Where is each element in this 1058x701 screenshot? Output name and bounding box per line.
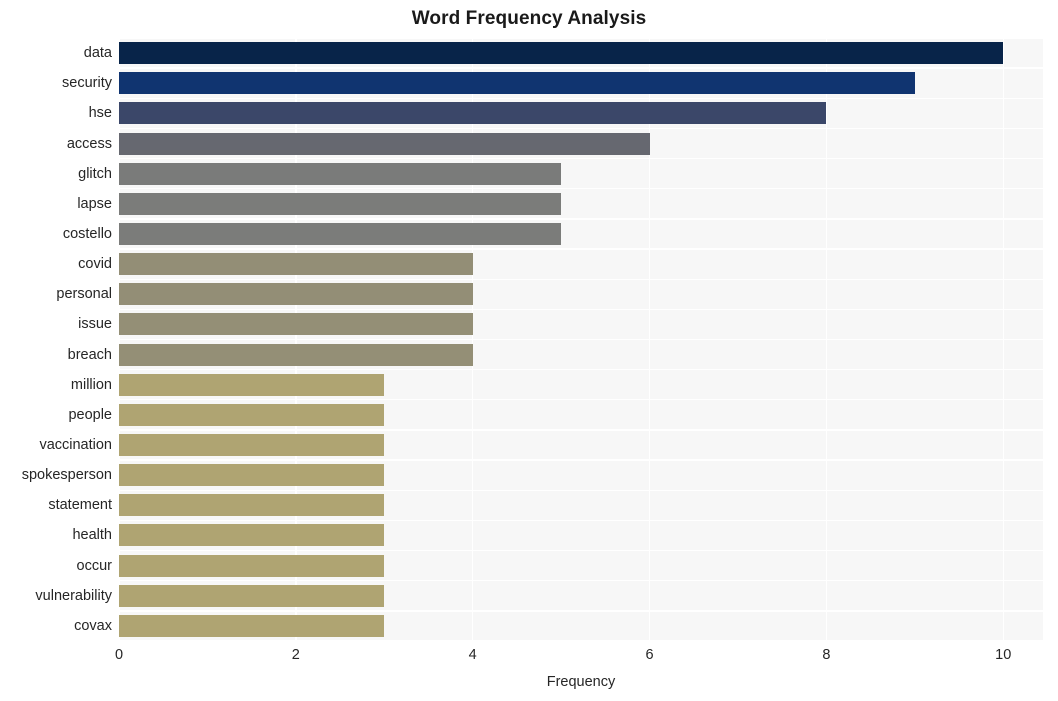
y-axis-tick-label: access (66, 135, 112, 152)
y-axis-tick-label: lapse (77, 195, 112, 212)
x-axis-tick-labels: 0 2 4 6 8 10 (115, 647, 1043, 667)
y-axis-tick-label: covid (78, 256, 112, 273)
y-axis-tick-label: occur (76, 557, 112, 574)
y-axis-tick-label: vaccination (39, 437, 112, 454)
x-axis-tick-label: 8 (822, 647, 831, 663)
y-axis-tick-label: people (68, 406, 112, 423)
bar (119, 72, 915, 95)
bar (119, 102, 827, 125)
y-axis-tick-label: personal (56, 286, 112, 303)
y-axis-tick-label: covax (74, 617, 112, 634)
x-axis-title: Frequency (546, 674, 616, 690)
bar (119, 434, 385, 457)
y-axis-tick-label: statement (48, 497, 112, 514)
bar (119, 283, 473, 306)
y-axis-tick-label: hse (88, 105, 112, 122)
bar (119, 614, 385, 637)
y-axis-tick-label: breach (67, 346, 112, 363)
plot-area (119, 38, 1043, 641)
y-axis-tick-label: vulnerability (35, 587, 112, 604)
bar (119, 162, 562, 185)
bar (119, 584, 385, 607)
y-axis-tick-label: data (83, 45, 112, 62)
bar (119, 524, 385, 547)
bar (119, 192, 562, 215)
bar (119, 494, 385, 517)
x-axis-tick-label: 6 (645, 647, 654, 663)
y-axis-tick-label: glitch (78, 165, 112, 182)
bar (119, 464, 385, 487)
word-frequency-chart-figure: Word Frequency Analysis data security hse a… (0, 0, 1058, 701)
y-axis-tick-label: issue (78, 316, 112, 333)
bar (119, 554, 385, 577)
bar (119, 373, 385, 396)
bar (119, 313, 473, 336)
x-axis-tick-label: 0 (114, 647, 124, 663)
bar (119, 403, 385, 426)
bars-layer (119, 38, 1043, 641)
y-axis-tick-label: security (62, 75, 112, 92)
y-axis-tick-label: spokesperson (21, 467, 112, 484)
bar (119, 222, 562, 245)
chart-title: Word Frequency Analysis (411, 8, 647, 29)
bar (119, 42, 1004, 65)
bar (119, 132, 650, 155)
x-axis-tick-label: 10 (995, 647, 1012, 663)
bar (119, 253, 473, 276)
x-axis-tick-label: 4 (468, 647, 477, 663)
x-axis-tick-label: 2 (291, 647, 300, 663)
y-axis-tick-label: costello (62, 225, 112, 242)
bar (119, 343, 473, 366)
y-axis-tick-label: health (72, 527, 112, 544)
y-axis-tick-label: million (70, 376, 112, 393)
y-axis-tick-labels: data security hse access glitch lapse costello… (0, 38, 112, 641)
